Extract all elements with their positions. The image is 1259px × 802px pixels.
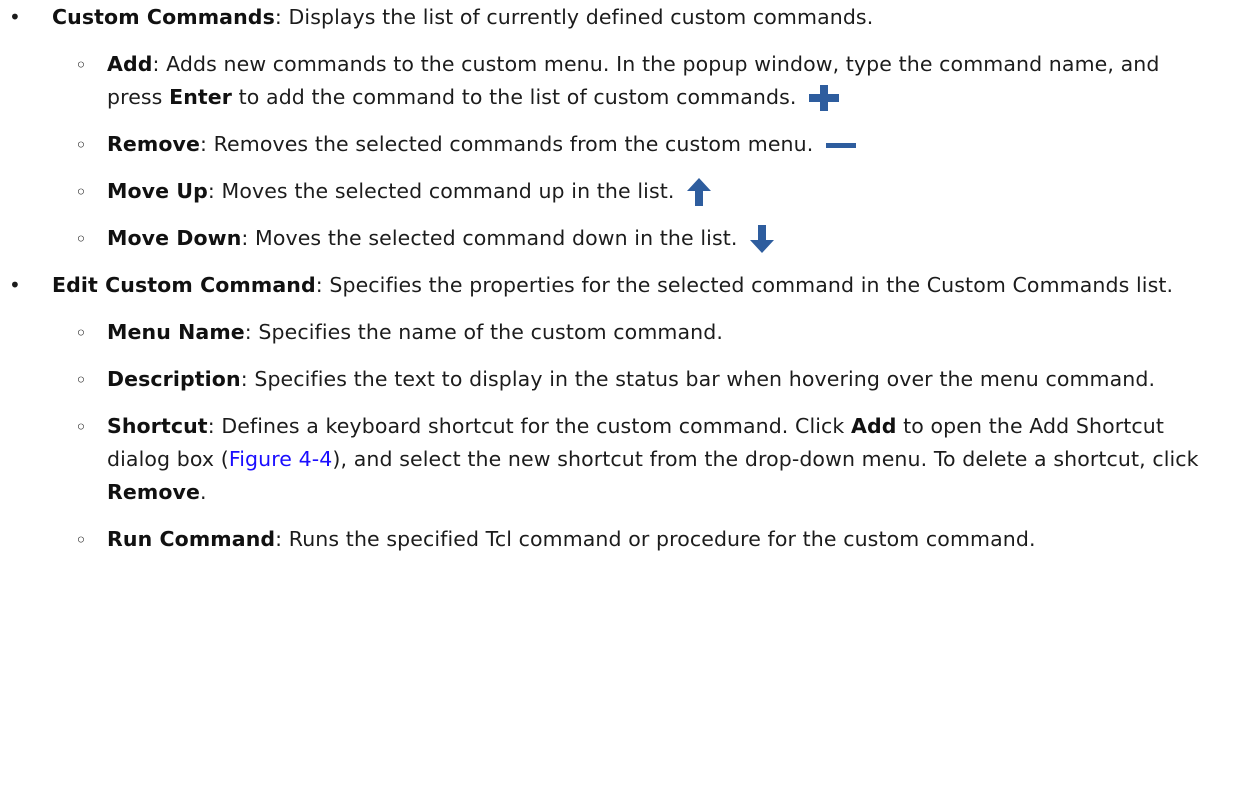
term-run-command: Run Command: [107, 527, 276, 551]
term-remove-inline: Remove: [107, 480, 201, 504]
list-item-custom-commands: • Custom Commands: Displays the list of …: [0, 1, 1259, 34]
sub-bullet: ◦: [75, 415, 87, 439]
desc-edit-custom-command: : Specifies the properties for the selec…: [315, 273, 1174, 297]
sub-bullet: ◦: [75, 133, 87, 157]
term-description: Description: [107, 367, 241, 391]
term-add: Add: [107, 52, 153, 76]
desc-move-up: : Moves the selected command up in the l…: [207, 179, 675, 203]
bullet: •: [9, 273, 21, 297]
term-custom-commands: Custom Commands: [52, 5, 275, 29]
list-item-edit-custom-command: • Edit Custom Command: Specifies the pro…: [0, 269, 1259, 302]
sub-bullet: ◦: [75, 53, 87, 77]
desc-run-command: : Runs the specified Tcl command or proc…: [275, 527, 1036, 551]
sub-bullet: ◦: [75, 227, 87, 251]
desc-menu-name: : Specifies the name of the custom comma…: [244, 320, 723, 344]
sublist-item-move-down: ◦ Move Down: Moves the selected command …: [0, 222, 1259, 255]
term-menu-name: Menu Name: [107, 320, 245, 344]
sublist-item-remove: ◦ Remove: Removes the selected commands …: [0, 128, 1259, 161]
desc-shortcut-1: : Defines a keyboard shortcut for the cu…: [207, 414, 852, 438]
bullet: •: [9, 5, 21, 29]
term-shortcut: Shortcut: [107, 414, 208, 438]
sublist-item-description: ◦ Description: Specifies the text to dis…: [0, 363, 1259, 396]
sub-bullet: ◦: [75, 368, 87, 392]
sublist-item-run-command: ◦ Run Command: Runs the specified Tcl co…: [0, 523, 1259, 556]
plus-icon: [809, 85, 840, 111]
sub-bullet: ◦: [75, 528, 87, 552]
desc-shortcut-3: ), and select the new shortcut from the …: [332, 447, 1199, 471]
desc-description: : Specifies the text to display in the s…: [240, 367, 1156, 391]
term-move-up: Move Up: [107, 179, 208, 203]
desc-custom-commands: : Displays the list of currently defined…: [274, 5, 874, 29]
sub-bullet: ◦: [75, 180, 87, 204]
minus-icon: [825, 141, 856, 149]
sublist-item-menu-name: ◦ Menu Name: Specifies the name of the c…: [0, 316, 1259, 349]
sublist-item-add: ◦ Add: Adds new commands to the custom m…: [0, 48, 1259, 114]
desc-shortcut-4: .: [200, 480, 207, 504]
term-move-down: Move Down: [107, 226, 242, 250]
desc-remove: : Removes the selected commands from the…: [200, 132, 814, 156]
document-body: • Custom Commands: Displays the list of …: [0, 0, 1259, 556]
figure-link[interactable]: Figure 4-4: [229, 447, 333, 471]
desc-move-down: : Moves the selected command down in the…: [241, 226, 738, 250]
sublist-item-shortcut: ◦ Shortcut: Defines a keyboard shortcut …: [0, 410, 1259, 509]
arrow-down-icon: [750, 225, 775, 253]
term-add-inline: Add: [851, 414, 897, 438]
sub-bullet: ◦: [75, 321, 87, 345]
term-edit-custom-command: Edit Custom Command: [52, 273, 316, 297]
term-remove: Remove: [107, 132, 201, 156]
desc-add-2: to add the command to the list of custom…: [232, 85, 797, 109]
sublist-item-move-up: ◦ Move Up: Moves the selected command up…: [0, 175, 1259, 208]
arrow-up-icon: [687, 178, 712, 206]
term-enter: Enter: [169, 85, 233, 109]
